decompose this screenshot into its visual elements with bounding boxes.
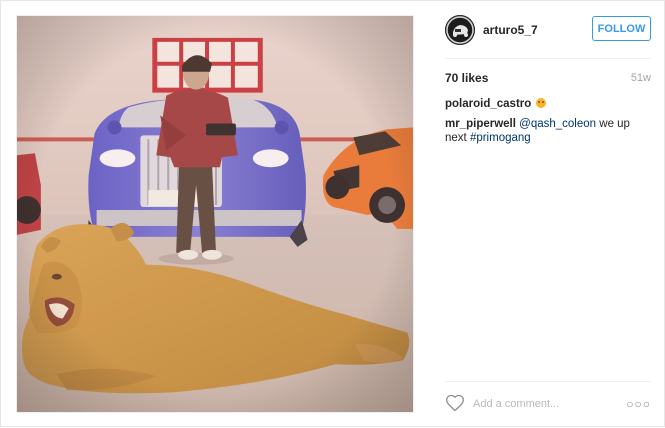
more-options-icon[interactable]: ○○○ [626, 397, 651, 411]
grinning-face-emoji-icon [536, 98, 547, 108]
post-card: arturo5_7 FOLLOW 70 likes 51w polaroid_c… [0, 0, 665, 427]
username[interactable]: arturo5_7 [483, 23, 538, 37]
post-side-panel: arturo5_7 FOLLOW 70 likes 51w polaroid_c… [429, 1, 665, 428]
comment-mention-link[interactable]: @qash_coleon [519, 118, 596, 130]
post-photo[interactable] [16, 15, 414, 413]
comment: polaroid_castro [445, 97, 651, 111]
comment-footer: ○○○ [445, 393, 651, 415]
likes-count[interactable]: 70 likes [445, 71, 488, 85]
avatar[interactable] [445, 15, 475, 45]
post-header: arturo5_7 FOLLOW [445, 15, 651, 45]
post-age[interactable]: 51w [631, 72, 651, 84]
footer-divider [445, 381, 651, 382]
comment-username[interactable]: mr_piperwell [445, 118, 516, 130]
avatar-image [445, 15, 475, 45]
comment-hashtag-link[interactable]: #primogang [470, 132, 531, 144]
post-photo-graphic [17, 16, 413, 412]
add-comment-input[interactable] [473, 395, 623, 413]
header-divider [445, 58, 651, 59]
follow-button[interactable]: FOLLOW [592, 16, 651, 41]
comment: mr_piperwell @qash_coleon we up next #pr… [445, 117, 651, 145]
heart-outline-icon[interactable] [445, 393, 465, 413]
comments-list: polaroid_castro mr_piperwell @qash_coleo… [445, 97, 651, 151]
comment-username[interactable]: polaroid_castro [445, 98, 531, 110]
